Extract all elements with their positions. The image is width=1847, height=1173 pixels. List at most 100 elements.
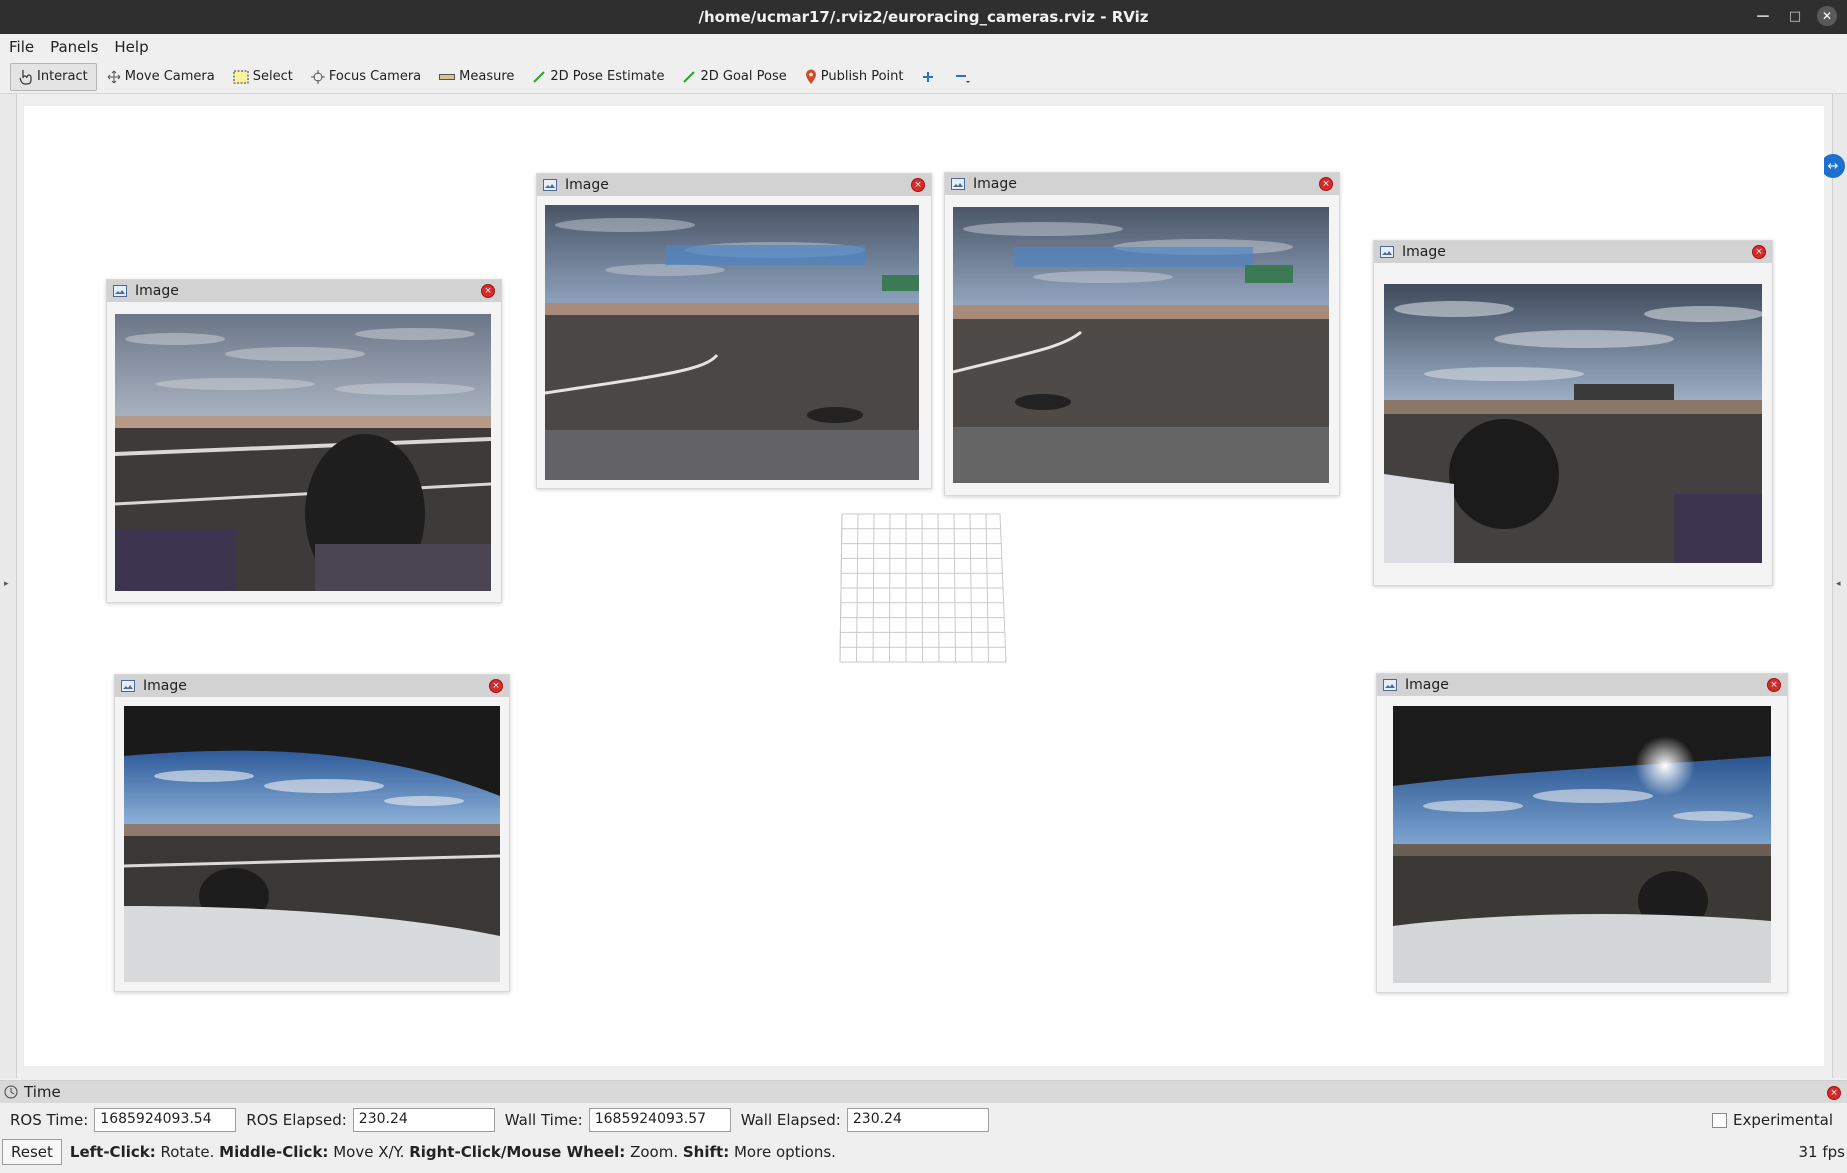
image-panel-titlebar[interactable]: Image × xyxy=(1377,674,1787,696)
image-panel-title: Image xyxy=(135,283,179,299)
ground-grid xyxy=(839,513,1007,663)
move-camera-tool-button[interactable]: Move Camera xyxy=(99,63,223,91)
menu-file[interactable]: File xyxy=(9,38,34,56)
ruler-icon xyxy=(439,73,456,80)
pose-estimate-label: 2D Pose Estimate xyxy=(550,69,665,84)
interact-tool-button[interactable]: Interact xyxy=(10,62,97,91)
expand-left-icon[interactable]: ▸ xyxy=(4,579,9,589)
interact-label: Interact xyxy=(37,69,88,84)
ros-elapsed-label: ROS Elapsed: xyxy=(246,1111,347,1129)
ros-time-field[interactable]: 1685924093.54 xyxy=(94,1108,237,1132)
time-panel: Time × ROS Time: 1685924093.54 ROS Elaps… xyxy=(0,1080,1847,1173)
image-panel[interactable]: Image × xyxy=(114,674,510,992)
expand-right-icon[interactable]: ◂ xyxy=(1836,579,1841,589)
add-tool-button[interactable] xyxy=(913,63,943,91)
camera-image xyxy=(115,314,491,591)
image-icon xyxy=(543,179,557,191)
image-icon xyxy=(951,178,965,190)
middle-click-desc: Move X/Y. xyxy=(333,1143,405,1161)
remote-session-icon[interactable]: ↔ xyxy=(1821,154,1845,178)
close-window-icon[interactable]: ✕ xyxy=(1817,6,1837,26)
focus-camera-label: Focus Camera xyxy=(328,69,422,84)
image-panel-titlebar[interactable]: Image × xyxy=(115,675,509,697)
shift-desc: More options. xyxy=(733,1143,836,1161)
fps-readout: 31 fps xyxy=(1798,1143,1845,1161)
close-icon[interactable]: × xyxy=(1767,678,1781,692)
close-icon[interactable]: × xyxy=(1827,1086,1841,1100)
time-fields-row: ROS Time: 1685924093.54 ROS Elapsed: 230… xyxy=(0,1103,1847,1137)
minus-dropdown-icon xyxy=(956,74,971,83)
shift-key: Shift: xyxy=(682,1143,730,1161)
minimize-icon[interactable]: — xyxy=(1753,6,1773,26)
select-box-icon xyxy=(233,70,249,83)
left-dock-handle[interactable]: ▸ xyxy=(0,94,17,1078)
wall-elapsed-label: Wall Elapsed: xyxy=(740,1111,841,1129)
select-tool-button[interactable]: Select xyxy=(225,63,301,91)
green-arrow-icon xyxy=(683,70,696,83)
plus-icon xyxy=(923,71,934,82)
camera-image xyxy=(953,207,1329,483)
window-title: /home/ucmar17/.rviz2/euroracing_cameras.… xyxy=(698,8,1149,26)
image-panel-title: Image xyxy=(1405,677,1449,693)
green-arrow-icon xyxy=(533,70,546,83)
measure-tool-button[interactable]: Measure xyxy=(431,63,522,91)
right-click-desc: Zoom. xyxy=(630,1143,679,1161)
goal-pose-tool-button[interactable]: 2D Goal Pose xyxy=(674,63,794,91)
measure-label: Measure xyxy=(459,69,515,84)
status-bar: Reset Left-Click: Rotate. Middle-Click: … xyxy=(0,1137,1847,1167)
ros-elapsed-field[interactable]: 230.24 xyxy=(352,1108,495,1132)
image-panel-titlebar[interactable]: Image × xyxy=(1374,241,1772,263)
image-panel-title: Image xyxy=(143,678,187,694)
map-pin-icon xyxy=(805,69,816,84)
remove-tool-button[interactable] xyxy=(945,63,979,91)
right-dock-handle[interactable]: ◂ xyxy=(1832,94,1847,1078)
status-hint: Left-Click: Rotate. Middle-Click: Move X… xyxy=(70,1143,836,1161)
close-icon[interactable]: × xyxy=(1319,177,1333,191)
image-panel-title: Image xyxy=(973,176,1017,192)
image-panel-titlebar[interactable]: Image × xyxy=(537,174,931,196)
right-click-key: Right-Click/Mouse Wheel: xyxy=(409,1143,626,1161)
move-arrows-icon xyxy=(107,70,121,83)
close-icon[interactable]: × xyxy=(1752,245,1766,259)
image-panel-title: Image xyxy=(1402,244,1446,260)
experimental-checkbox[interactable] xyxy=(1711,1112,1727,1128)
maximize-icon[interactable]: □ xyxy=(1785,6,1805,26)
camera-image xyxy=(545,205,919,480)
clock-icon xyxy=(4,1085,18,1099)
image-panel[interactable]: Image × xyxy=(106,279,502,603)
experimental-label: Experimental xyxy=(1732,1111,1833,1129)
time-panel-title: Time xyxy=(24,1083,61,1101)
experimental-option[interactable]: Experimental xyxy=(1711,1111,1833,1129)
image-panel[interactable]: Image × xyxy=(1373,240,1773,586)
time-panel-header: Time × xyxy=(0,1081,1847,1103)
reset-button[interactable]: Reset xyxy=(2,1139,62,1165)
close-icon[interactable]: × xyxy=(911,178,925,192)
focus-target-icon xyxy=(310,69,325,84)
middle-click-key: Middle-Click: xyxy=(219,1143,329,1161)
publish-point-tool-button[interactable]: Publish Point xyxy=(797,63,912,91)
image-panel[interactable]: Image × xyxy=(536,173,932,489)
tool-toolbar: Interact Move Camera Select Focus Camera… xyxy=(0,60,1847,94)
image-panel-titlebar[interactable]: Image × xyxy=(945,173,1339,195)
move-camera-label: Move Camera xyxy=(124,69,215,84)
window-titlebar: /home/ucmar17/.rviz2/euroracing_cameras.… xyxy=(0,0,1847,34)
close-icon[interactable]: × xyxy=(481,284,495,298)
hand-pointer-icon xyxy=(19,69,32,85)
focus-camera-tool-button[interactable]: Focus Camera xyxy=(303,63,429,91)
wall-time-label: Wall Time: xyxy=(504,1111,583,1129)
image-panel-title: Image xyxy=(565,177,609,193)
close-icon[interactable]: × xyxy=(489,679,503,693)
menu-panels[interactable]: Panels xyxy=(50,38,98,56)
image-panel[interactable]: Image × xyxy=(1376,673,1788,993)
image-icon xyxy=(113,285,127,297)
left-click-key: Left-Click: xyxy=(69,1143,156,1161)
wall-time-field[interactable]: 1685924093.57 xyxy=(588,1108,731,1132)
menu-help[interactable]: Help xyxy=(114,38,148,56)
image-icon xyxy=(1383,679,1397,691)
image-icon xyxy=(121,680,135,692)
pose-estimate-tool-button[interactable]: 2D Pose Estimate xyxy=(524,63,672,91)
image-panel-titlebar[interactable]: Image × xyxy=(107,280,501,302)
camera-image xyxy=(1393,706,1771,983)
image-panel[interactable]: Image × xyxy=(944,172,1340,496)
wall-elapsed-field[interactable]: 230.24 xyxy=(846,1108,989,1132)
